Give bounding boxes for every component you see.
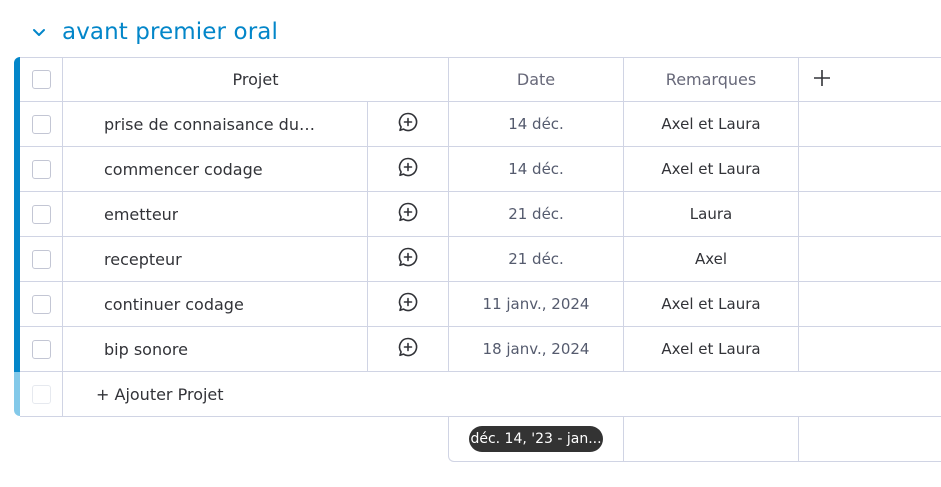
date-cell[interactable]: 21 déc. [449, 192, 624, 236]
row-checkbox[interactable] [31, 159, 51, 179]
date-cell[interactable]: 14 déc. [449, 147, 624, 191]
add-update-cell [368, 237, 449, 281]
remarks-cell[interactable]: Axel et Laura [624, 102, 799, 146]
add-update-cell [368, 192, 449, 236]
remarks-cell[interactable]: Axel et Laura [624, 282, 799, 326]
empty-cell [799, 282, 941, 326]
summary-row: déc. 14, '23 - jan... [448, 416, 941, 462]
add-row-checkbox [31, 384, 51, 404]
chevron-down-icon[interactable] [30, 23, 48, 41]
column-header-remarques[interactable]: Remarques [624, 58, 799, 101]
select-all-cell [20, 58, 63, 101]
timeline-summary-badge[interactable]: déc. 14, '23 - jan... [469, 425, 603, 452]
add-update-cell [368, 102, 449, 146]
table-row[interactable]: recepteur 21 déc. Axel [20, 237, 941, 282]
remarks-cell[interactable]: Axel et Laura [624, 327, 799, 371]
add-item-row: + Ajouter Projet [20, 372, 941, 417]
remarks-cell[interactable]: Axel [624, 237, 799, 281]
remarks-cell[interactable]: Laura [624, 192, 799, 236]
row-check-cell [20, 282, 63, 326]
column-header-date[interactable]: Date [449, 58, 624, 101]
item-name: emetteur [104, 204, 179, 224]
item-name: commencer codage [104, 159, 263, 179]
table-row[interactable]: continuer codage 11 janv., 2024 Axel et … [20, 282, 941, 327]
plus-icon[interactable] [813, 69, 831, 91]
add-update-icon[interactable] [397, 336, 419, 362]
add-update-icon[interactable] [397, 201, 419, 227]
empty-cell [799, 102, 941, 146]
table-row[interactable]: bip sonore 18 janv., 2024 Axel et Laura [20, 327, 941, 372]
table-row[interactable]: emetteur 21 déc. Laura [20, 192, 941, 237]
empty-summary-cell [799, 416, 941, 461]
item-name: recepteur [104, 249, 182, 269]
row-check-cell [20, 147, 63, 191]
row-check-cell [20, 192, 63, 236]
header-row: Projet Date Remarques [20, 57, 941, 102]
empty-cell [799, 147, 941, 191]
add-update-icon[interactable] [397, 156, 419, 182]
date-cell[interactable]: 14 déc. [449, 102, 624, 146]
select-all-checkbox[interactable] [31, 70, 51, 89]
row-check-cell [20, 237, 63, 281]
date-summary-cell: déc. 14, '23 - jan... [449, 416, 624, 461]
item-name-cell[interactable]: bip sonore [63, 327, 368, 371]
add-update-cell [368, 327, 449, 371]
item-name-cell[interactable]: recepteur [63, 237, 368, 281]
empty-cell [799, 192, 941, 236]
row-checkbox[interactable] [31, 114, 51, 134]
add-update-icon[interactable] [397, 291, 419, 317]
table-row[interactable]: commencer codage 14 déc. Axel et Laura [20, 147, 941, 192]
row-checkbox[interactable] [31, 249, 51, 269]
row-check-cell [20, 327, 63, 371]
add-update-icon[interactable] [397, 111, 419, 137]
row-checkbox[interactable] [31, 294, 51, 314]
add-update-cell [368, 282, 449, 326]
add-update-icon[interactable] [397, 246, 419, 272]
column-header-projet[interactable]: Projet [63, 58, 449, 101]
row-check-cell [20, 102, 63, 146]
date-cell[interactable]: 21 déc. [449, 237, 624, 281]
remarks-cell[interactable]: Axel et Laura [624, 147, 799, 191]
add-update-cell [368, 147, 449, 191]
item-name-cell[interactable]: emetteur [63, 192, 368, 236]
table-row[interactable]: prise de connaisance du ... 14 déc. Axel… [20, 102, 941, 147]
date-cell[interactable]: 18 janv., 2024 [449, 327, 624, 371]
group-title[interactable]: avant premier oral [62, 19, 278, 45]
empty-cell [799, 237, 941, 281]
row-checkbox[interactable] [31, 204, 51, 224]
date-cell[interactable]: 11 janv., 2024 [449, 282, 624, 326]
item-name: prise de connaisance du ... [104, 114, 319, 134]
item-name: continuer codage [104, 294, 244, 314]
empty-cell [799, 327, 941, 371]
group-header: avant premier oral [30, 14, 278, 50]
item-name-cell[interactable]: continuer codage [63, 282, 368, 326]
remarks-summary-cell [624, 416, 799, 461]
item-name-cell[interactable]: prise de connaisance du ... [63, 102, 368, 146]
item-name: bip sonore [104, 339, 188, 359]
add-row-check-cell [20, 372, 63, 416]
item-name-cell[interactable]: commencer codage [63, 147, 368, 191]
row-checkbox[interactable] [31, 339, 51, 359]
add-item-button[interactable]: + Ajouter Projet [63, 372, 898, 416]
add-column-cell [799, 58, 941, 101]
